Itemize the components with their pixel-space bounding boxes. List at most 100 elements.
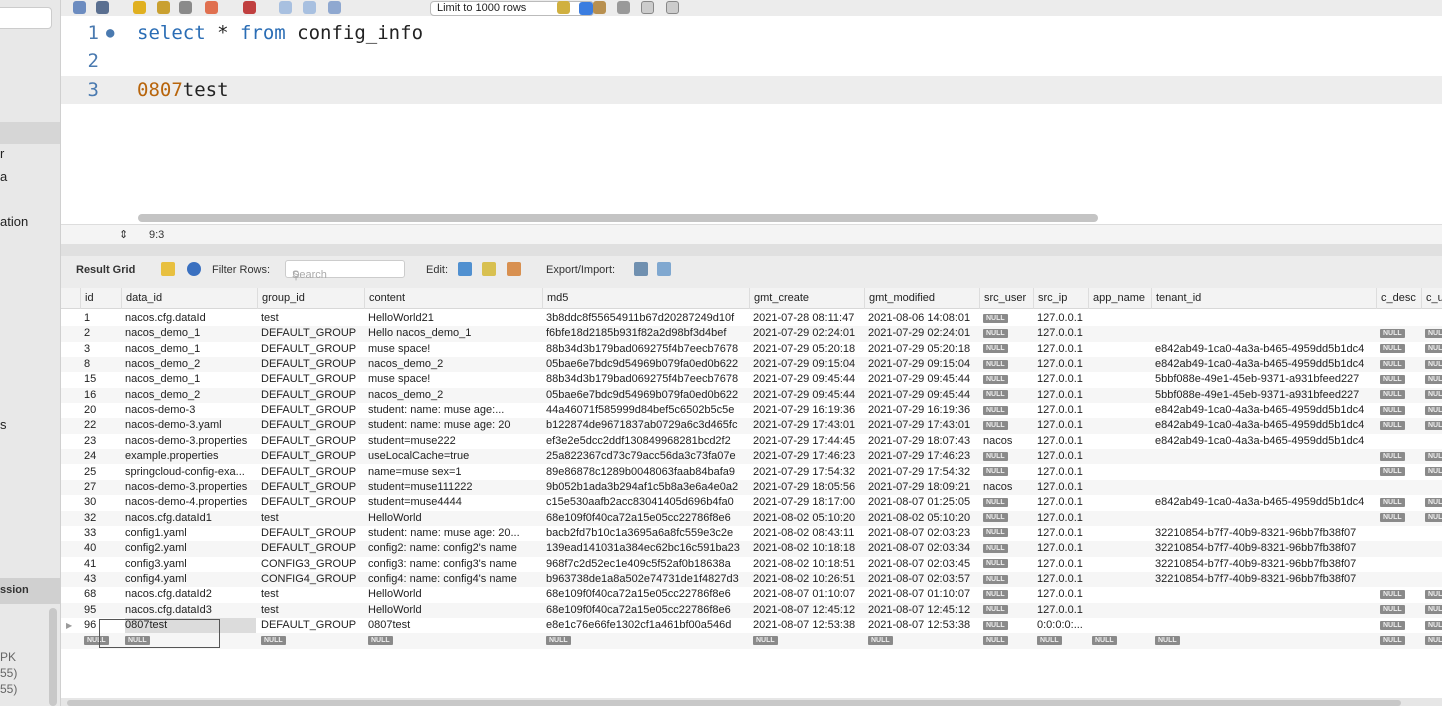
table-row[interactable]: 1 nacos.cfg.dataId test HelloWorld21 3b8ddc8… [61, 311, 1442, 326]
cell-group_id[interactable]: DEFAULT_GROUP [261, 388, 363, 403]
cell-content[interactable]: student=muse222 [368, 434, 541, 449]
cell-gmt_modified[interactable]: 2021-07-29 16:19:36 [868, 403, 978, 418]
cell-tenant_id[interactable]: 5bbf088e-49e1-45eb-9371-a931bfeed227 [1155, 372, 1375, 387]
cell-group_id[interactable]: NULL [261, 633, 363, 648]
cell-c_desc[interactable]: NULL [1380, 388, 1420, 403]
cell-tenant_id[interactable]: 32210854-b7f7-40b9-8321-96bb7fb38f07 [1155, 541, 1375, 556]
cell-c_desc[interactable]: NULL [1380, 587, 1420, 602]
cell-id[interactable]: 1 [84, 311, 120, 326]
table-row[interactable]: 16 nacos_demo_2 DEFAULT_GROUP nacos_demo_2 0… [61, 387, 1442, 404]
cell-c_desc[interactable]: NULL [1380, 403, 1420, 418]
scrollbar-thumb[interactable] [67, 700, 1401, 706]
column-header-app_name[interactable]: app_name [1088, 288, 1151, 309]
column-header-id[interactable]: id [80, 288, 121, 309]
cell-id[interactable]: 43 [84, 572, 120, 587]
cell-src_ip[interactable]: 127.0.0.1 [1037, 511, 1087, 526]
cell-md5[interactable]: 89e86878c1289b0048063faab84bafa9 [546, 465, 748, 480]
cell-gmt_create[interactable]: 2021-07-29 17:44:45 [753, 434, 863, 449]
cell-src_user[interactable]: NULL [983, 465, 1032, 480]
cell-content[interactable]: NULL [368, 633, 541, 648]
sidebar-item[interactable]: r [0, 146, 4, 161]
table-row[interactable]: 68 nacos.cfg.dataId2 test HelloWorld 68e109f… [61, 587, 1442, 602]
cell-group_id[interactable]: DEFAULT_GROUP [261, 326, 363, 341]
cell-src_ip[interactable]: 127.0.0.1 [1037, 572, 1087, 587]
cell-content[interactable]: nacos_demo_2 [368, 388, 541, 403]
cell-group_id[interactable]: DEFAULT_GROUP [261, 449, 363, 464]
cell-id[interactable]: 3 [84, 342, 120, 357]
cell-gmt_create[interactable]: 2021-07-29 17:54:32 [753, 465, 863, 480]
cell-id[interactable]: 27 [84, 480, 120, 495]
cell-id[interactable]: 24 [84, 449, 120, 464]
cell-src_user[interactable]: nacos [983, 480, 1032, 495]
cell-content[interactable]: student=muse4444 [368, 495, 541, 510]
export-icon[interactable] [634, 262, 648, 276]
cell-src_ip[interactable]: 0:0:0:0:... [1037, 618, 1087, 633]
cell-data_id[interactable]: nacos-demo-3.properties [125, 434, 256, 449]
cell-group_id[interactable]: DEFAULT_GROUP [261, 357, 363, 372]
cell-gmt_create[interactable]: 2021-07-29 05:20:18 [753, 342, 863, 357]
bookmark-icon[interactable] [593, 1, 606, 14]
cell-src_user[interactable]: NULL [983, 403, 1032, 418]
cell-content[interactable]: config2: name: config2's name [368, 541, 541, 556]
cell-group_id[interactable]: DEFAULT_GROUP [261, 418, 363, 433]
cell-data_id[interactable]: springcloud-config-exa... [125, 465, 256, 480]
table-row[interactable]: 15 nacos_demo_1 DEFAULT_GROUP muse space! 88… [61, 372, 1442, 387]
cell-src_user[interactable]: NULL [983, 587, 1032, 602]
cell-gmt_create[interactable]: 2021-07-29 02:24:01 [753, 326, 863, 341]
cell-src_ip[interactable]: 127.0.0.1 [1037, 342, 1087, 357]
cell-gmt_create[interactable]: 2021-08-07 12:45:12 [753, 603, 863, 618]
cell-id[interactable]: 23 [84, 434, 120, 449]
cell-gmt_modified[interactable]: 2021-07-29 17:46:23 [868, 449, 978, 464]
cell-gmt_modified[interactable]: 2021-08-07 01:25:05 [868, 495, 978, 510]
cell-group_id[interactable]: DEFAULT_GROUP [261, 526, 363, 541]
cell-id[interactable]: 20 [84, 403, 120, 418]
autocommit-icon[interactable] [328, 1, 341, 14]
cell-gmt_create[interactable]: 2021-07-29 17:43:01 [753, 418, 863, 433]
cell-src_user[interactable]: NULL [983, 418, 1032, 433]
invisible-chars-icon[interactable] [641, 1, 654, 14]
cell-md5[interactable]: NULL [546, 633, 748, 648]
cell-src_user[interactable]: NULL [983, 572, 1032, 587]
cell-group_id[interactable]: DEFAULT_GROUP [261, 480, 363, 495]
cell-c_us[interactable]: NULL [1425, 465, 1442, 480]
sidebar-search-input[interactable] [0, 7, 52, 29]
cell-src_ip[interactable]: 127.0.0.1 [1037, 557, 1087, 572]
cell-gmt_modified[interactable]: 2021-07-29 17:54:32 [868, 465, 978, 480]
cell-data_id[interactable]: nacos.cfg.dataId [125, 311, 256, 326]
cell-content[interactable]: muse space! [368, 342, 541, 357]
cell-c_desc[interactable]: NULL [1380, 465, 1420, 480]
cell-id[interactable]: 16 [84, 388, 120, 403]
cell-src_user[interactable]: nacos [983, 434, 1032, 449]
cell-src_ip[interactable]: 127.0.0.1 [1037, 357, 1087, 372]
cell-content[interactable]: useLocalCache=true [368, 449, 541, 464]
cell-md5[interactable]: 88b34d3b179bad069275f4b7eecb7678 [546, 342, 748, 357]
column-header-src_ip[interactable]: src_ip [1033, 288, 1088, 309]
cell-id[interactable]: 15 [84, 372, 120, 387]
refresh-icon[interactable] [187, 262, 201, 276]
cell-group_id[interactable]: DEFAULT_GROUP [261, 403, 363, 418]
cell-c_us[interactable]: NULL [1425, 633, 1442, 648]
cell-id[interactable]: 32 [84, 511, 120, 526]
import-icon[interactable] [657, 262, 671, 276]
cell-group_id[interactable]: test [261, 603, 363, 618]
cell-group_id[interactable]: DEFAULT_GROUP [261, 541, 363, 556]
column-header-group_id[interactable]: group_id [257, 288, 364, 309]
cell-group_id[interactable]: test [261, 587, 363, 602]
save-icon[interactable] [96, 1, 109, 14]
cell-c_us[interactable]: NULL [1425, 357, 1442, 372]
cell-c_desc[interactable]: NULL [1380, 418, 1420, 433]
table-row[interactable]: 20 nacos-demo-3 DEFAULT_GROUP student: name… [61, 403, 1442, 418]
cell-content[interactable]: Hello nacos_demo_1 [368, 326, 541, 341]
cell-src_user[interactable]: NULL [983, 511, 1032, 526]
column-header-data_id[interactable]: data_id [121, 288, 257, 309]
cell-c_desc[interactable]: NULL [1380, 495, 1420, 510]
open-file-icon[interactable] [73, 1, 86, 14]
cell-c_us[interactable]: NULL [1425, 449, 1442, 464]
column-header-md5[interactable]: md5 [542, 288, 749, 309]
cell-md5[interactable]: 68e109f0f40ca72a15e05cc22786f8e6 [546, 603, 748, 618]
cell-src_ip[interactable]: 127.0.0.1 [1037, 311, 1087, 326]
column-header-content[interactable]: content [364, 288, 542, 309]
cell-gmt_modified[interactable]: 2021-07-29 02:24:01 [868, 326, 978, 341]
cell-gmt_modified[interactable]: NULL [868, 633, 978, 648]
cell-data_id[interactable]: nacos.cfg.dataId1 [125, 511, 256, 526]
